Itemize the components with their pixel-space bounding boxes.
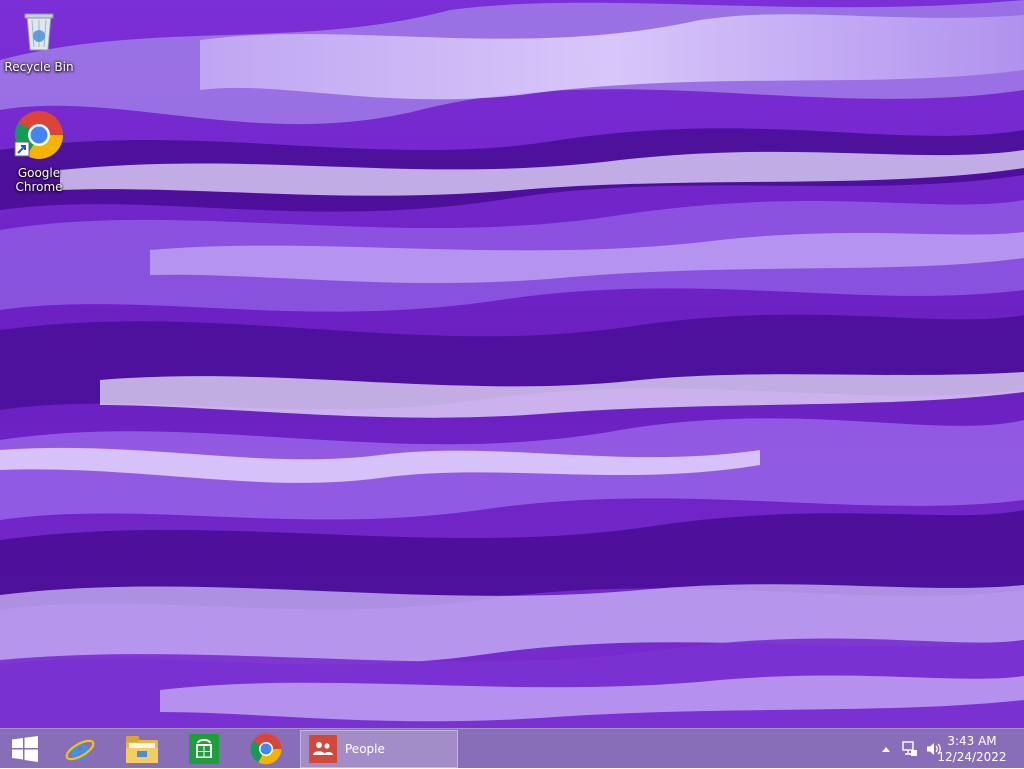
network-button[interactable] — [902, 741, 918, 757]
taskbar-file-explorer-button[interactable] — [114, 729, 170, 769]
taskbar-store-button[interactable] — [176, 729, 232, 769]
desktop-icon-label: Google Chrome — [15, 166, 63, 194]
show-hidden-icons-button[interactable] — [878, 741, 894, 757]
people-icon — [313, 742, 333, 755]
network-icon — [902, 741, 917, 756]
internet-explorer-icon: e — [65, 733, 95, 765]
taskbar-window-label: People — [345, 742, 385, 756]
taskbar-people-window-button[interactable]: People — [300, 730, 458, 768]
chrome-icon — [250, 733, 282, 765]
clock-time: 3:43 AM — [947, 734, 997, 748]
taskbar-internet-explorer-button[interactable]: e — [52, 729, 108, 769]
recycle-bin-icon — [24, 13, 54, 51]
desktop[interactable]: Recycle Bin Google Chrome — [0, 0, 1024, 728]
file-explorer-icon — [126, 736, 158, 763]
system-tray: 3:43 AM 12/24/2022 — [864, 729, 1024, 769]
people-app-tile — [309, 735, 337, 763]
taskbar-chrome-button[interactable] — [238, 729, 294, 769]
clock-date: 12/24/2022 — [937, 750, 1007, 764]
store-icon — [189, 734, 219, 764]
desktop-icon-google-chrome[interactable]: Google Chrome — [3, 110, 75, 194]
chevron-up-icon — [882, 747, 890, 752]
wallpaper — [0, 0, 1024, 728]
clock[interactable]: 3:43 AM 12/24/2022 — [934, 733, 1010, 765]
taskbar[interactable]: e People 3:43 AM 12/24/2022 — [0, 728, 1024, 768]
desktop-icon-recycle-bin[interactable]: Recycle Bin — [3, 6, 75, 74]
desktop-icon-label: Recycle Bin — [4, 60, 74, 74]
start-button[interactable] — [0, 729, 50, 769]
svg-text:e: e — [70, 733, 89, 765]
chrome-icon — [14, 111, 64, 160]
windows-logo-icon — [12, 736, 38, 762]
